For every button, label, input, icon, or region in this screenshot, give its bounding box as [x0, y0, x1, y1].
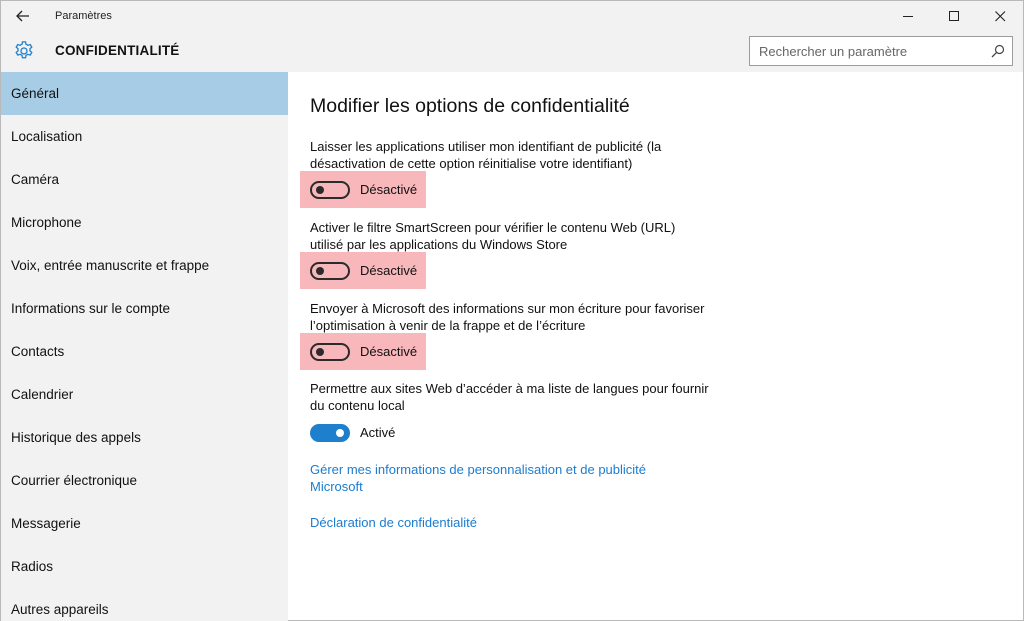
sidebar: Général Localisation Caméra Microphone V…	[1, 72, 288, 621]
sidebar-item-label: Messagerie	[11, 516, 81, 531]
sidebar-item-radios[interactable]: Radios	[1, 545, 288, 588]
sidebar-item-label: Microphone	[11, 215, 82, 230]
close-button[interactable]	[977, 1, 1023, 31]
sidebar-item-account-info[interactable]: Informations sur le compte	[1, 287, 288, 330]
title-bar: Paramètres	[1, 1, 1023, 31]
toggle-knob	[316, 347, 324, 356]
maximize-icon	[948, 10, 959, 21]
sidebar-item-speech-inking-typing[interactable]: Voix, entrée manuscrite et frappe	[1, 244, 288, 287]
sidebar-item-label: Localisation	[11, 129, 83, 144]
toggle-knob	[316, 185, 324, 194]
smartscreen-toggle[interactable]	[310, 261, 350, 280]
gear-icon	[15, 41, 33, 59]
sidebar-item-label: Autres appareils	[11, 602, 109, 617]
toggle-knob	[336, 428, 344, 437]
toggle-knob	[316, 266, 324, 275]
toggle-state-label: Activé	[360, 425, 396, 440]
toggle-state-label: Désactivé	[360, 263, 418, 278]
sidebar-item-camera[interactable]: Caméra	[1, 158, 288, 201]
sidebar-item-other-devices[interactable]: Autres appareils	[1, 588, 288, 621]
toggle-state-label: Désactivé	[360, 344, 418, 359]
section-title: CONFIDENTIALITÉ	[55, 43, 180, 58]
maximize-button[interactable]	[931, 1, 977, 31]
advertising-id-toggle[interactable]	[310, 180, 350, 199]
sidebar-item-label: Général	[11, 86, 60, 101]
page-title: Modifier les options de confidentialité	[310, 95, 630, 117]
language-list-description: Permettre aux sites Web d’accéder à ma l…	[310, 381, 709, 413]
writing-info-setting: Désactivé	[300, 333, 426, 370]
advertising-id-setting: Désactivé	[300, 171, 426, 208]
manage-ad-info-link[interactable]: Gérer mes informations de personnalisati…	[310, 461, 690, 495]
sidebar-item-label: Caméra	[11, 172, 60, 187]
sidebar-item-label: Contacts	[11, 344, 65, 359]
writing-info-toggle[interactable]	[310, 342, 350, 361]
sidebar-item-microphone[interactable]: Microphone	[1, 201, 288, 244]
language-list-toggle[interactable]	[310, 423, 350, 442]
back-arrow-icon	[16, 10, 29, 22]
smartscreen-setting: Désactivé	[300, 252, 426, 289]
sidebar-item-contacts[interactable]: Contacts	[1, 330, 288, 373]
toggle-state-label: Désactivé	[360, 182, 418, 197]
sidebar-item-location[interactable]: Localisation	[1, 115, 288, 158]
writing-info-description: Envoyer à Microsoft des informations sur…	[310, 301, 705, 333]
privacy-statement-link[interactable]: Déclaration de confidentialité	[310, 514, 690, 531]
advertising-id-description: Laisser les applications utiliser mon id…	[310, 139, 662, 171]
language-list-setting: Activé	[300, 414, 426, 451]
sidebar-item-label: Voix, entrée manuscrite et frappe	[11, 258, 210, 273]
sidebar-item-calendar[interactable]: Calendrier	[1, 373, 288, 416]
sidebar-item-email[interactable]: Courrier électronique	[1, 459, 288, 502]
settings-header: CONFIDENTIALITÉ	[1, 31, 1023, 72]
sidebar-item-label: Radios	[11, 559, 54, 574]
sidebar-item-messaging[interactable]: Messagerie	[1, 502, 288, 545]
sidebar-item-label: Calendrier	[11, 387, 74, 402]
app-title: Paramètres	[55, 10, 112, 22]
search-box[interactable]	[749, 36, 1013, 66]
sidebar-item-call-history[interactable]: Historique des appels	[1, 416, 288, 459]
search-icon[interactable]	[991, 44, 1005, 58]
minimize-icon	[902, 15, 913, 17]
smartscreen-description: Activer le filtre SmartScreen pour vérif…	[310, 220, 676, 252]
sidebar-item-label: Courrier électronique	[11, 473, 138, 488]
close-icon	[994, 10, 1005, 21]
minimize-button[interactable]	[885, 1, 931, 31]
search-input[interactable]	[750, 38, 980, 64]
window-controls	[885, 1, 1023, 31]
sidebar-item-label: Historique des appels	[11, 430, 141, 445]
sidebar-item-general[interactable]: Général	[1, 72, 288, 115]
sidebar-item-label: Informations sur le compte	[11, 301, 171, 316]
back-button[interactable]	[1, 1, 45, 31]
